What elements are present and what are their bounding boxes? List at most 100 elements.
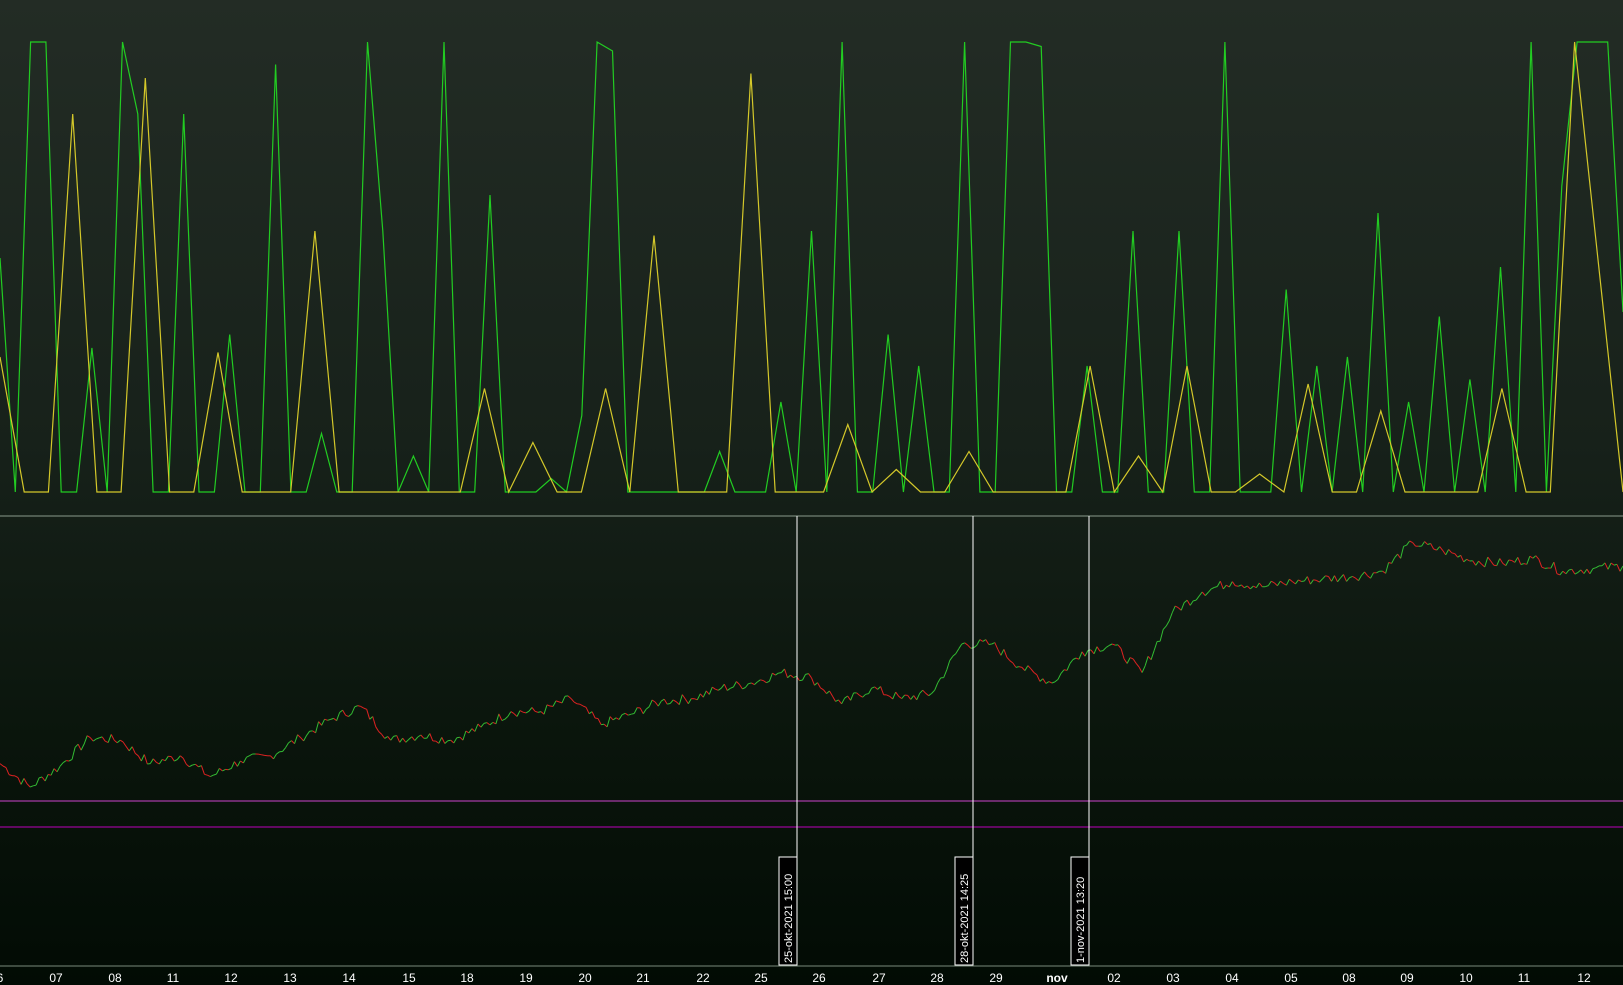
price-segment xyxy=(606,716,611,728)
price-segment xyxy=(946,660,951,670)
price-segment xyxy=(1105,645,1110,649)
price-segment xyxy=(916,693,921,701)
price-segment xyxy=(351,706,356,715)
price-segment xyxy=(207,774,211,778)
price-segment xyxy=(1361,571,1365,576)
price-segment xyxy=(859,694,863,698)
price-segment xyxy=(1322,575,1326,580)
price-segment xyxy=(444,740,449,744)
price-segment xyxy=(435,740,440,744)
price-segment xyxy=(1523,563,1527,565)
price-segment xyxy=(1541,566,1546,569)
price-segment xyxy=(1120,648,1125,660)
price-segment xyxy=(1189,600,1194,606)
price-segment xyxy=(949,656,954,661)
price-segment xyxy=(1355,577,1359,581)
price-segment xyxy=(1244,585,1248,589)
price-segment xyxy=(1201,591,1206,596)
price-segment xyxy=(1093,646,1098,654)
price-segment xyxy=(1496,558,1501,566)
x-tick-label: 29 xyxy=(989,971,1003,985)
price-segment xyxy=(1039,678,1044,682)
price-segment xyxy=(1613,563,1618,566)
x-tick-label: 26 xyxy=(812,971,826,985)
price-segment xyxy=(784,668,788,678)
price-segment xyxy=(715,688,719,691)
price-segment xyxy=(1511,560,1516,563)
price-segment xyxy=(994,642,999,650)
price-segment xyxy=(513,713,518,717)
price-segment xyxy=(156,761,160,765)
price-segment xyxy=(1048,681,1053,684)
price-segment xyxy=(1565,569,1570,575)
price-segment xyxy=(246,755,250,758)
price-segment xyxy=(1186,599,1191,606)
price-segment xyxy=(705,690,710,695)
price-segment xyxy=(1072,657,1077,660)
price-segment xyxy=(681,694,686,700)
price-segment xyxy=(1391,557,1396,564)
price-segment xyxy=(230,761,235,769)
price-segment xyxy=(1472,560,1477,566)
price-segment xyxy=(285,742,289,749)
price-segment xyxy=(1301,580,1305,582)
price-segment xyxy=(324,718,328,721)
price-segment xyxy=(868,687,873,694)
price-segment xyxy=(375,726,380,732)
price-segment xyxy=(862,693,866,698)
price-segment xyxy=(979,639,984,642)
price-segment xyxy=(1430,543,1435,550)
price-segment xyxy=(411,736,416,741)
price-segment xyxy=(1505,559,1510,566)
price-segment xyxy=(730,686,734,689)
price-segment xyxy=(516,710,521,717)
price-segment xyxy=(1108,643,1113,646)
price-segment xyxy=(306,730,311,736)
price-segment xyxy=(1595,565,1600,569)
price-segment xyxy=(1018,666,1023,668)
price-segment xyxy=(612,717,617,721)
price-segment xyxy=(832,695,836,702)
price-segment xyxy=(1141,665,1146,673)
vertical-markers[interactable]: 25-okt-2021 15:00 28-okt-2021 14:25 1-nov-… xyxy=(778,516,1090,966)
price-segment xyxy=(907,695,912,700)
price-segment xyxy=(1138,666,1143,673)
price-segment xyxy=(663,698,668,705)
x-tick-label: 19 xyxy=(519,971,533,985)
price-segment xyxy=(775,672,779,676)
x-tick-label: 12 xyxy=(1577,971,1591,985)
price-segment xyxy=(113,739,118,744)
price-segment xyxy=(1388,562,1392,564)
price-segment xyxy=(20,778,25,785)
price-segment xyxy=(1195,595,1200,601)
price-segment xyxy=(189,764,193,768)
price-segment xyxy=(595,717,599,720)
price-segment xyxy=(811,677,815,686)
price-segment xyxy=(799,679,803,682)
price-segment xyxy=(236,760,241,767)
price-segment xyxy=(814,682,818,686)
price-segment xyxy=(174,759,178,762)
x-tick-label: 07 xyxy=(49,971,63,985)
price-segment xyxy=(1532,555,1537,559)
price-segment xyxy=(1226,584,1230,588)
price-segment xyxy=(886,694,890,697)
price-segment xyxy=(477,723,482,728)
price-segment xyxy=(480,723,485,728)
price-segment xyxy=(1102,647,1107,651)
price-segment xyxy=(973,644,978,649)
price-segment xyxy=(1328,576,1332,582)
price-segment xyxy=(889,695,894,700)
price-segment xyxy=(200,765,205,775)
price-segment xyxy=(718,687,722,691)
price-segment xyxy=(1520,563,1524,565)
price-segment xyxy=(1015,666,1020,668)
price-segment xyxy=(772,672,776,676)
price-segment xyxy=(1303,576,1308,582)
price-segment xyxy=(1075,657,1080,660)
price-segment xyxy=(1162,625,1167,630)
price-segment xyxy=(1214,586,1218,588)
price-segment xyxy=(162,758,166,762)
price-segment xyxy=(1222,584,1227,590)
price-segment xyxy=(1193,599,1197,602)
